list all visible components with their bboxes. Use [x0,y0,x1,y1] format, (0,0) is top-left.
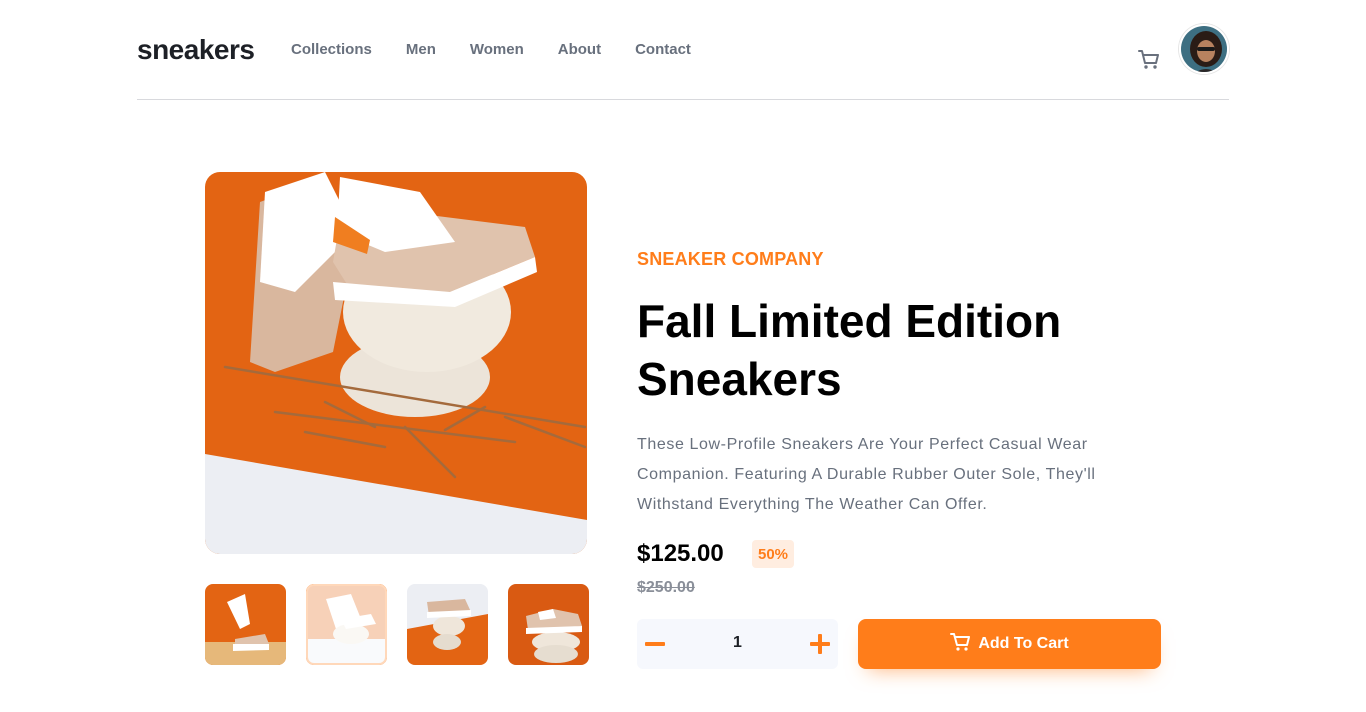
nav-men[interactable]: Men [406,41,436,58]
logo[interactable]: sneakers [137,34,255,66]
current-price: $125.00 [637,540,724,567]
nav-contact[interactable]: Contact [635,41,691,58]
thumbnail-1[interactable] [205,584,286,665]
cart-icon [950,632,972,657]
cart-icon[interactable] [1136,46,1162,72]
discount-badge: 50% [752,540,794,568]
main-nav: Collections Men Women About Contact [291,41,691,58]
nav-women[interactable]: Women [470,41,524,58]
quantity-stepper: 1 [637,619,838,669]
thumbnail-4[interactable] [508,584,589,665]
add-to-cart-label: Add To Cart [978,635,1069,652]
product-description: These Low-Profile Sneakers Are Your Perf… [637,436,1096,513]
thumbnail-strip [205,584,589,665]
add-to-cart-button[interactable]: Add To Cart [858,619,1161,669]
thumbnail-3[interactable] [407,584,488,665]
main-product-image[interactable] [205,172,587,554]
plus-icon[interactable] [807,631,833,657]
product-title: Fall Limited Edition Sneakers [637,295,1062,405]
nav-collections[interactable]: Collections [291,41,372,58]
company-label: SNEAKER COMPANY [637,249,824,269]
thumbnail-2[interactable] [306,584,387,665]
user-avatar[interactable] [1179,24,1229,74]
site-header: sneakers Collections Men Women About Con… [137,0,1229,100]
nav-about[interactable]: About [558,41,601,58]
original-price: $250.00 [637,579,695,596]
